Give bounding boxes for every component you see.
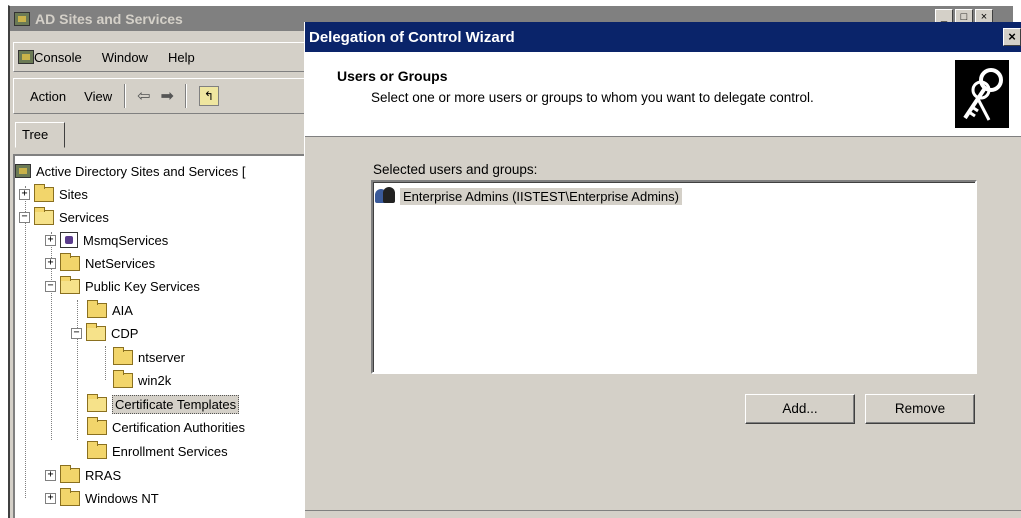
tree-node-public-key-services[interactable]: − Public Key Services <box>45 275 200 297</box>
tree-node-msmq[interactable]: + MsmqServices <box>45 229 168 251</box>
toolbar: Action View ⇦ ➡ ↰ <box>13 78 313 114</box>
keys-icon <box>955 60 1009 128</box>
close-icon[interactable]: × <box>1003 28 1021 46</box>
mmc-app-icon <box>14 11 30 26</box>
tree-label: NetServices <box>85 255 156 271</box>
back-arrow-icon[interactable]: ⇦ <box>137 86 150 106</box>
menu-bar: Console Window Help <box>13 42 313 72</box>
tree-node-netservices[interactable]: + NetServices <box>45 252 155 274</box>
group-icon <box>375 187 397 205</box>
console-menu-icon <box>18 50 34 64</box>
expand-icon[interactable]: + <box>19 188 30 200</box>
folder-icon <box>87 440 107 459</box>
up-one-level-icon[interactable]: ↰ <box>198 86 219 106</box>
tree-label: Enrollment Services <box>112 443 228 459</box>
folder-open-icon <box>86 322 106 341</box>
folder-icon <box>60 487 80 506</box>
tree-connector <box>77 300 78 440</box>
tree-label: Certification Authorities <box>112 419 245 435</box>
expand-icon[interactable]: + <box>45 492 56 504</box>
folder-open-icon <box>34 206 54 225</box>
forward-arrow-icon[interactable]: ➡ <box>161 86 174 106</box>
tree-label: win2k <box>138 372 172 388</box>
tree-connector <box>105 346 106 380</box>
collapse-icon[interactable]: − <box>71 327 82 339</box>
ad-sites-icon <box>15 164 31 178</box>
tree-node-windows-nt[interactable]: + Windows NT <box>45 487 159 509</box>
tab-tree[interactable]: Tree <box>15 122 65 148</box>
selected-users-label: Selected users and groups: <box>373 162 538 177</box>
menu-help[interactable]: Help <box>168 50 195 65</box>
tree-label: Sites <box>59 186 88 202</box>
tree-node-win2k[interactable]: win2k <box>113 369 171 391</box>
wizard-title: Delegation of Control Wizard <box>309 28 515 46</box>
expand-icon[interactable]: + <box>45 234 56 246</box>
mmc-title: AD Sites and Services <box>35 10 183 27</box>
tree-node-enrollment-services[interactable]: Enrollment Services <box>87 440 228 462</box>
toolbar-separator <box>124 84 127 108</box>
tree-label: AIA <box>112 302 133 318</box>
tree-node-sites[interactable]: + Sites <box>19 183 88 205</box>
tree-label-selected: Certificate Templates <box>112 394 240 414</box>
wizard-header: Users or Groups Select one or more users… <box>305 52 1021 137</box>
folder-icon <box>113 346 133 365</box>
remove-button[interactable]: Remove <box>865 394 975 424</box>
page-subtitle: Select one or more users or groups to wh… <box>371 90 814 105</box>
tree-connector <box>51 288 52 440</box>
toolbar-separator <box>184 84 187 108</box>
folder-icon <box>60 464 80 483</box>
tree-label: Services <box>59 209 109 225</box>
folder-icon <box>113 369 133 388</box>
expand-icon[interactable]: + <box>45 469 56 481</box>
page-title: Users or Groups <box>337 68 448 84</box>
tree-view: Active Directory Sites and Services [ + … <box>13 154 313 518</box>
folder-icon <box>60 252 80 271</box>
delegation-wizard-dialog: Delegation of Control Wizard × Users or … <box>304 22 1021 518</box>
menu-window[interactable]: Window <box>102 50 148 65</box>
collapse-icon[interactable]: − <box>45 280 56 292</box>
tree-node-certificate-templates[interactable]: Certificate Templates <box>87 393 240 415</box>
action-menu[interactable]: Action <box>30 89 66 104</box>
folder-icon <box>34 183 54 202</box>
list-item[interactable]: Enterprise Admins (IISTEST\Enterprise Ad… <box>375 186 682 206</box>
tree-label: MsmqServices <box>83 232 169 248</box>
tree-label: Active Directory Sites and Services [ <box>36 163 246 179</box>
view-menu[interactable]: View <box>84 89 112 104</box>
tree-node-aia[interactable]: AIA <box>87 299 133 321</box>
folder-open-icon <box>60 275 80 294</box>
collapse-icon[interactable]: − <box>19 211 30 223</box>
tree-node-ntserver[interactable]: ntserver <box>113 346 185 368</box>
selected-users-list[interactable]: Enterprise Admins (IISTEST\Enterprise Ad… <box>371 180 977 374</box>
tree-connector <box>25 186 26 498</box>
tree-node-certification-authorities[interactable]: Certification Authorities <box>87 416 245 438</box>
wizard-footer-divider <box>305 510 1021 511</box>
folder-open-icon <box>87 393 107 412</box>
wizard-title-bar: Delegation of Control Wizard × <box>305 22 1021 52</box>
folder-icon <box>87 299 107 318</box>
folder-icon <box>87 416 107 435</box>
list-item-label: Enterprise Admins (IISTEST\Enterprise Ad… <box>400 187 682 205</box>
expand-icon[interactable]: + <box>45 257 56 269</box>
tree-node-services[interactable]: − Services <box>19 206 109 228</box>
menu-console[interactable]: Console <box>34 50 82 65</box>
tree-label: RRAS <box>85 467 122 483</box>
tree-node-root[interactable]: Active Directory Sites and Services [ <box>15 160 246 182</box>
tree-node-cdp[interactable]: − CDP <box>71 322 138 344</box>
tree-label: Public Key Services <box>85 278 200 294</box>
tree-node-rras[interactable]: + RRAS <box>45 464 121 486</box>
tree-label: Windows NT <box>85 490 159 506</box>
add-button[interactable]: Add... <box>745 394 855 424</box>
tree-label: ntserver <box>138 349 185 365</box>
tree-label: CDP <box>111 325 139 341</box>
msmq-icon <box>60 232 78 248</box>
